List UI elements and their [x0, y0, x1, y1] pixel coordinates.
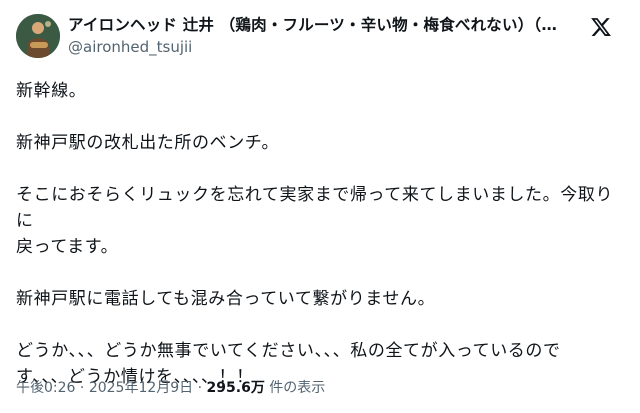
- tweet-date[interactable]: 2025年12月9日: [89, 380, 193, 396]
- tweet-time[interactable]: 午後0:26: [16, 380, 75, 396]
- profile-photo-icon: [16, 14, 60, 58]
- tweet: アイロンヘッド 辻井 （鶏肉・フルーツ・辛い物・梅食べれない）（音... @ai…: [0, 0, 640, 413]
- views-label: 件の表示: [269, 380, 326, 396]
- tweet-paragraph: 新神戸駅に電話しても混み合っていて繋がりません。: [16, 289, 436, 309]
- meta-separator: ·: [197, 380, 203, 396]
- views-count[interactable]: 295.6万: [207, 380, 265, 396]
- meta-separator: ·: [79, 380, 85, 396]
- x-logo-icon[interactable]: [590, 16, 612, 38]
- tweet-header: アイロンヘッド 辻井 （鶏肉・フルーツ・辛い物・梅食べれない）（音... @ai…: [16, 14, 624, 66]
- tweet-paragraph: 新神戸駅の改札出た所のベンチ。: [16, 133, 280, 153]
- tweet-meta: 午後0:26 · 2025年12月9日 · 295.6万 件の表示: [16, 378, 325, 398]
- tweet-paragraph: 新幹線。: [16, 81, 87, 101]
- tweet-paragraph: そこにおそらくリュックを忘れて実家まで帰って来てしまいました。今取りに 戻ってま…: [16, 185, 614, 257]
- avatar[interactable]: [16, 14, 60, 58]
- author-display-name[interactable]: アイロンヘッド 辻井 （鶏肉・フルーツ・辛い物・梅食べれない）（音...: [68, 14, 568, 36]
- author-handle[interactable]: @aironhed_tsujii: [68, 37, 192, 57]
- tweet-body: 新幹線。 新神戸駅の改札出た所のベンチ。 そこにおそらくリュックを忘れて実家まで…: [16, 78, 628, 390]
